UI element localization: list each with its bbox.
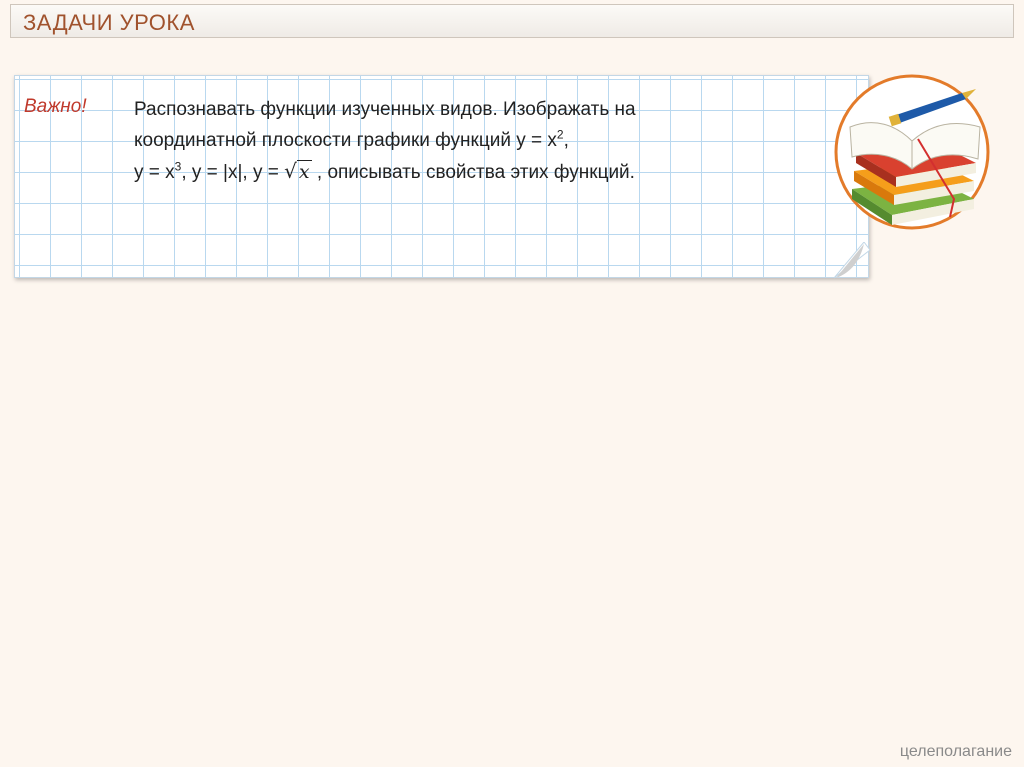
exponent-2: 2 bbox=[556, 127, 564, 142]
footer-caption: целеполагание bbox=[899, 743, 1012, 760]
formula-x-cubed: y = x bbox=[134, 162, 175, 183]
books-with-pen-icon bbox=[834, 74, 990, 230]
sqrt-icon: √ bbox=[284, 159, 297, 183]
task-line-3: y = x3, y = |x|, y = √ x , описывать свой… bbox=[134, 156, 794, 188]
task-line-2-text: координатной плоскости графики функций bbox=[134, 130, 517, 151]
important-label: Важно! bbox=[24, 96, 87, 117]
task-line-2: координатной плоскости графики функций y… bbox=[134, 125, 794, 156]
comma: , bbox=[563, 130, 569, 151]
formula-abs-x: , y = |x|, y = bbox=[181, 162, 285, 183]
formula-x-squared: y = x bbox=[516, 130, 557, 151]
task-text: Распознавать функции изученных видов. Из… bbox=[134, 94, 794, 188]
page-curl-icon bbox=[834, 242, 871, 279]
task-line-1: Распознавать функции изученных видов. Из… bbox=[134, 99, 636, 120]
sqrt-argument: x bbox=[296, 160, 312, 183]
task-line-3-text: , описывать свойства этих функций. bbox=[311, 162, 635, 183]
slide-header: ЗАДАЧИ УРОКА bbox=[10, 4, 1014, 38]
slide-title: ЗАДАЧИ УРОКА bbox=[23, 10, 195, 35]
